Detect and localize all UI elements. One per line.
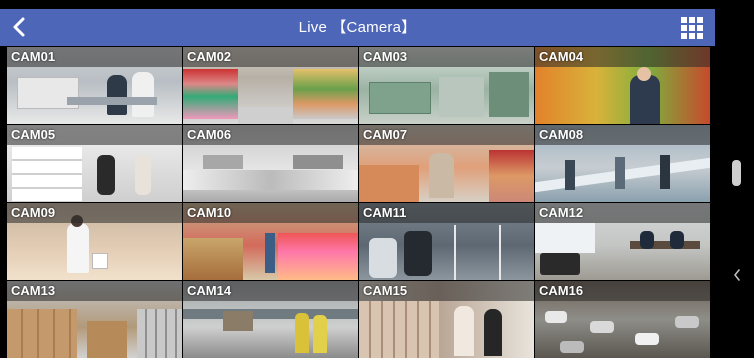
camera-label: CAM05 (7, 125, 182, 145)
live-view-app: Live 【Camera】 CAM01 CAM02 CAM03 CAM04 CA… (0, 0, 715, 358)
camera-tile-cam16[interactable]: CAM16 (535, 281, 710, 358)
camera-tile-cam02[interactable]: CAM02 (183, 47, 358, 124)
camera-label: CAM01 (7, 47, 182, 67)
camera-label: CAM03 (359, 47, 534, 67)
camera-tile-cam11[interactable]: CAM11 (359, 203, 534, 280)
page-title: Live 【Camera】 (298, 19, 417, 36)
drag-handle-icon[interactable] (732, 160, 741, 186)
camera-tile-cam15[interactable]: CAM15 (359, 281, 534, 358)
camera-label: CAM16 (535, 281, 710, 301)
camera-tile-cam10[interactable]: CAM10 (183, 203, 358, 280)
camera-tile-cam08[interactable]: CAM08 (535, 125, 710, 202)
side-panel (715, 0, 754, 357)
camera-tile-cam09[interactable]: CAM09 (7, 203, 182, 280)
camera-tile-cam14[interactable]: CAM14 (183, 281, 358, 358)
camera-label: CAM15 (359, 281, 534, 301)
camera-grid: CAM01 CAM02 CAM03 CAM04 CAM05 CAM06 CAM0… (7, 47, 712, 358)
camera-tile-cam01[interactable]: CAM01 (7, 47, 182, 124)
camera-tile-cam12[interactable]: CAM12 (535, 203, 710, 280)
camera-label: CAM08 (535, 125, 710, 145)
camera-label: CAM12 (535, 203, 710, 223)
chevron-left-small-icon[interactable] (732, 268, 742, 282)
layout-button[interactable] (681, 17, 703, 39)
camera-label: CAM02 (183, 47, 358, 67)
camera-tile-cam07[interactable]: CAM07 (359, 125, 534, 202)
camera-tile-cam03[interactable]: CAM03 (359, 47, 534, 124)
camera-tile-cam04[interactable]: CAM04 (535, 47, 710, 124)
camera-tile-cam13[interactable]: CAM13 (7, 281, 182, 358)
camera-label: CAM07 (359, 125, 534, 145)
camera-label: CAM10 (183, 203, 358, 223)
camera-tile-cam05[interactable]: CAM05 (7, 125, 182, 202)
camera-label: CAM14 (183, 281, 358, 301)
camera-label: CAM11 (359, 203, 534, 223)
camera-tile-cam06[interactable]: CAM06 (183, 125, 358, 202)
camera-label: CAM06 (183, 125, 358, 145)
camera-label: CAM13 (7, 281, 182, 301)
top-bar: Live 【Camera】 (0, 9, 715, 46)
screen: Live 【Camera】 CAM01 CAM02 CAM03 CAM04 CA… (0, 0, 754, 358)
camera-label: CAM04 (535, 47, 710, 67)
camera-label: CAM09 (7, 203, 182, 223)
